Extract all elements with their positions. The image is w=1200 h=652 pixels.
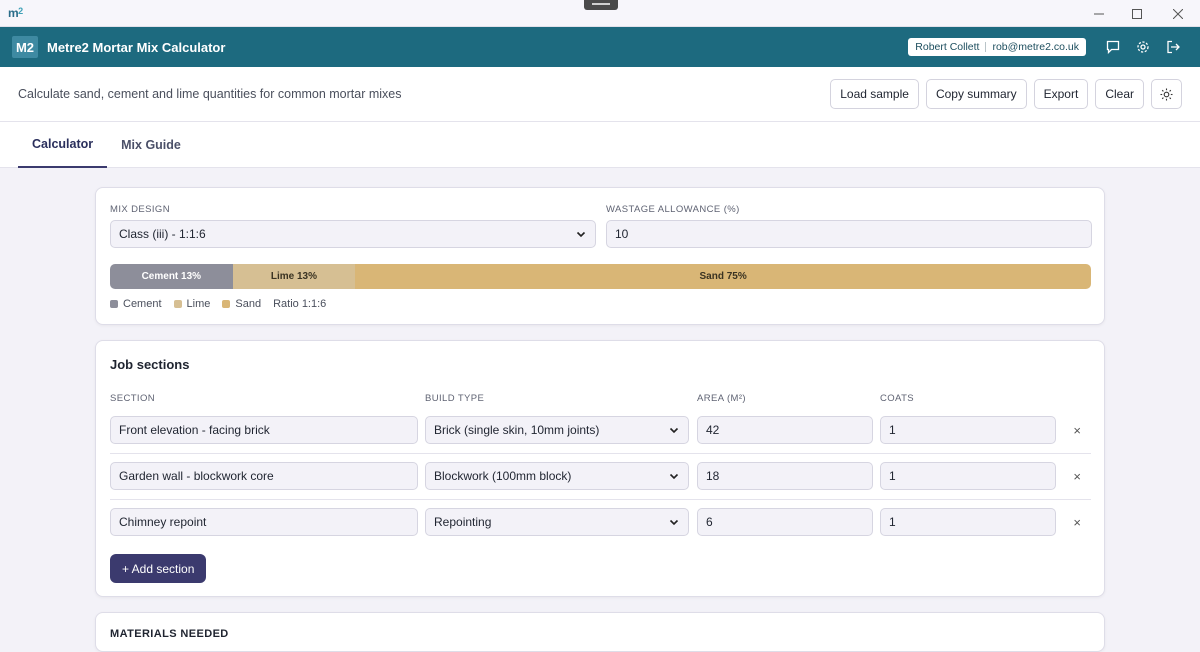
coats-input[interactable]: 1 (880, 416, 1056, 444)
maximize-icon[interactable] (1119, 0, 1155, 27)
mix-legend: Cement Lime Sand Ratio 1:1:6 (110, 298, 326, 310)
legend-lime-label: Lime (186, 298, 211, 310)
chevron-down-icon (669, 473, 679, 480)
user-email: rob@metre2.co.uk (992, 41, 1079, 53)
wastage-input[interactable]: 10 (606, 220, 1092, 248)
build-type-value: Blockwork (100mm block) (434, 469, 572, 483)
logo-sup: 2 (18, 6, 23, 16)
legend-sand: Sand (222, 298, 261, 310)
job-sections-title: Job sections (110, 357, 190, 372)
mix-design-label: MIX DESIGN (110, 204, 170, 215)
sand-swatch (222, 300, 231, 308)
materials-card: MATERIALS NEEDED (95, 612, 1105, 652)
chevron-down-icon (576, 231, 586, 238)
add-section-button[interactable]: + Add section (110, 554, 207, 583)
gear-icon[interactable] (1128, 40, 1158, 54)
sun-icon (1160, 88, 1173, 100)
clear-button[interactable]: Clear (1095, 79, 1144, 109)
tab-calculator[interactable]: Calculator (18, 122, 108, 168)
mix-proportion-bar: Cement 13% Lime 13% Sand 75% (110, 264, 1091, 289)
cement-segment: Cement 13% (110, 264, 233, 289)
legend-sand-label: Sand (235, 298, 262, 310)
page-description: Calculate sand, cement and lime quantiti… (18, 87, 402, 101)
logo-text: m (8, 6, 19, 20)
table-row: Front elevation - facing brick Brick (si… (110, 408, 1091, 454)
materials-title: MATERIALS NEEDED (110, 628, 229, 640)
cement-swatch (110, 300, 118, 308)
lime-segment: Lime 13% (232, 264, 356, 289)
build-type-select[interactable]: Blockwork (100mm block) (425, 462, 689, 490)
toolbar: Calculate sand, cement and lime quantiti… (0, 67, 1200, 122)
table-row: Garden wall - blockwork core Blockwork (… (110, 454, 1091, 500)
area-input[interactable]: 42 (697, 416, 873, 444)
build-type-select[interactable]: Repointing (425, 508, 689, 536)
load-sample-button[interactable]: Load sample (830, 79, 919, 109)
drag-handle[interactable] (584, 0, 618, 10)
app-title: Metre2 Mortar Mix Calculator (47, 39, 226, 55)
build-type-select[interactable]: Brick (single skin, 10mm joints) (425, 416, 689, 444)
user-chip[interactable]: Robert Collett rob@metre2.co.uk (908, 38, 1086, 56)
section-name-input[interactable]: Chimney repoint (110, 508, 418, 536)
minimize-icon[interactable] (1081, 0, 1117, 27)
chat-icon[interactable] (1098, 40, 1128, 54)
remove-row-icon[interactable]: × (1073, 515, 1081, 530)
legend-lime: Lime (173, 298, 211, 310)
app-logo: m2 (8, 6, 23, 20)
coats-input[interactable]: 1 (880, 462, 1056, 490)
wastage-label: WASTAGE ALLOWANCE (%) (606, 204, 740, 215)
table-row: Chimney repoint Repointing 6 1 × (110, 500, 1091, 546)
build-type-value: Repointing (434, 515, 492, 529)
header-coats: COATS (880, 393, 915, 404)
area-input[interactable]: 6 (697, 508, 873, 536)
chevron-down-icon (669, 427, 679, 434)
build-type-value: Brick (single skin, 10mm joints) (434, 423, 600, 437)
logout-icon[interactable] (1158, 40, 1188, 54)
coats-input[interactable]: 1 (880, 508, 1056, 536)
chevron-down-icon (669, 519, 679, 526)
app-badge: M2 (12, 36, 38, 58)
header-area: AREA (M²) (697, 393, 746, 404)
mix-design-value: Class (iii) - 1:1:6 (119, 227, 206, 241)
legend-cement-label: Cement (123, 298, 162, 310)
tab-bar: Calculator Mix Guide (0, 122, 1200, 168)
app-header: M2 Metre2 Mortar Mix Calculator Robert C… (0, 27, 1200, 67)
theme-toggle-button[interactable] (1151, 79, 1182, 109)
area-input[interactable]: 18 (697, 462, 873, 490)
remove-row-icon[interactable]: × (1073, 423, 1081, 438)
mix-design-select[interactable]: Class (iii) - 1:1:6 (110, 220, 596, 248)
header-build-type: BUILD TYPE (425, 393, 485, 404)
window-titlebar: m2 (0, 0, 1200, 27)
header-section: SECTION (110, 393, 156, 404)
mix-ratio: Ratio 1:1:6 (273, 298, 327, 310)
tab-mix-guide[interactable]: Mix Guide (107, 122, 195, 168)
lime-swatch (173, 300, 182, 308)
sand-segment: Sand 75% (355, 264, 1091, 289)
copy-summary-button[interactable]: Copy summary (925, 79, 1027, 109)
remove-row-icon[interactable]: × (1073, 469, 1081, 484)
user-name: Robert Collett (915, 41, 980, 53)
export-button[interactable]: Export (1033, 79, 1089, 109)
job-sections-card: Job sections SECTION BUILD TYPE AREA (M²… (95, 340, 1105, 597)
section-name-input[interactable]: Front elevation - facing brick (110, 416, 418, 444)
legend-cement: Cement (110, 298, 162, 310)
mix-design-card: MIX DESIGN Class (iii) - 1:1:6 WASTAGE A… (95, 187, 1105, 325)
close-window-icon[interactable] (1160, 0, 1196, 27)
section-name-input[interactable]: Garden wall - blockwork core (110, 462, 418, 490)
